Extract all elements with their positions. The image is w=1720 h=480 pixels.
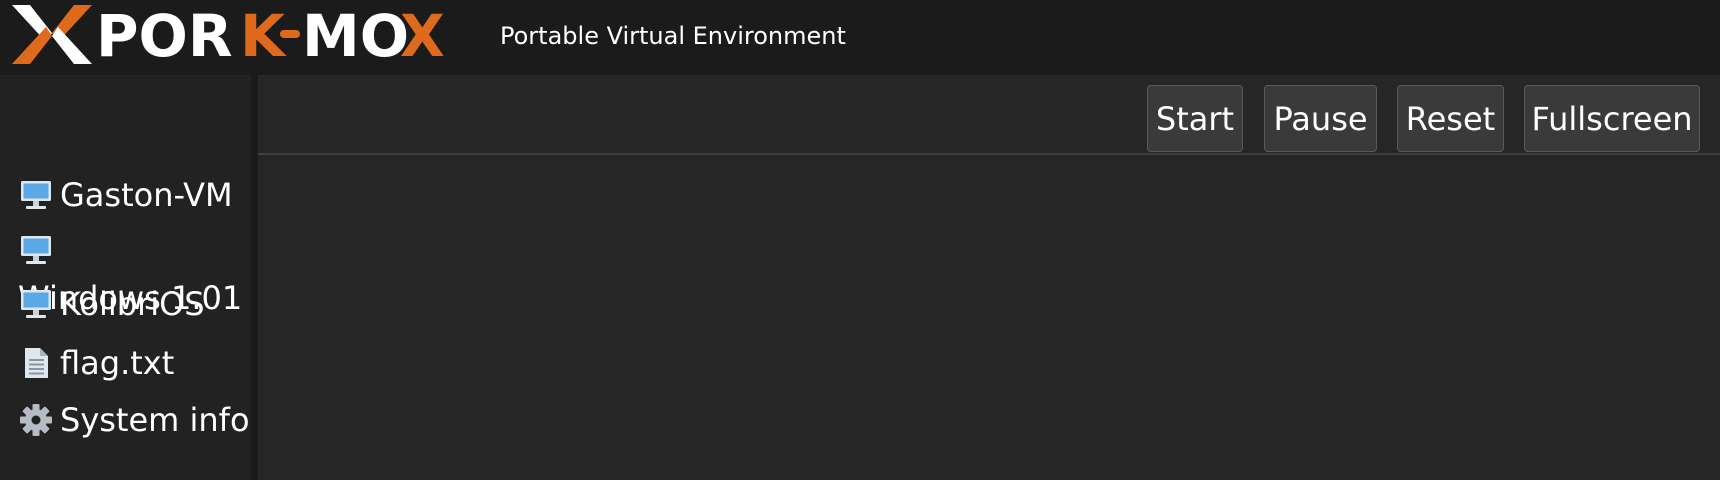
- sidebar-item-windows-1-01[interactable]: [18, 230, 54, 270]
- sidebar: Gaston-VM Windows 1.01 KolibriOS flag.tx…: [0, 75, 251, 480]
- monitor-icon: [18, 232, 54, 268]
- monitor-icon: [18, 286, 54, 322]
- toolbar-divider: [258, 153, 1720, 155]
- top-bar: POR K MO X Portable Virtual Environment: [0, 0, 1720, 75]
- gear-icon: [18, 402, 54, 438]
- porkmox-logo: POR K MO X: [12, 2, 445, 70]
- svg-text:POR: POR: [96, 2, 232, 70]
- svg-text:K: K: [240, 2, 287, 70]
- sidebar-item-label: flag.txt: [60, 344, 175, 382]
- svg-text:MO: MO: [302, 2, 409, 70]
- start-button[interactable]: Start: [1147, 85, 1243, 152]
- pause-button[interactable]: Pause: [1264, 85, 1377, 152]
- sidebar-divider[interactable]: [251, 75, 258, 480]
- sidebar-item-kolibrios[interactable]: KolibriOS: [18, 284, 205, 324]
- monitor-icon: [18, 177, 54, 213]
- reset-button[interactable]: Reset: [1397, 85, 1504, 152]
- app-subtitle: Portable Virtual Environment: [500, 22, 846, 50]
- fullscreen-button[interactable]: Fullscreen: [1524, 85, 1700, 152]
- logo-wordmark: POR K MO X: [96, 2, 445, 70]
- logo-x-mark: [12, 5, 92, 64]
- svg-text:X: X: [400, 2, 445, 70]
- sidebar-item-label: System info: [60, 401, 250, 439]
- sidebar-item-label: KolibriOS: [60, 285, 205, 323]
- sidebar-item-gaston-vm[interactable]: Gaston-VM: [18, 175, 233, 215]
- sidebar-item-label: Gaston-VM: [60, 176, 233, 214]
- text-file-icon: [18, 345, 54, 381]
- sidebar-item-flag-txt[interactable]: flag.txt: [18, 343, 174, 383]
- sidebar-item-system-info[interactable]: System info: [18, 400, 250, 440]
